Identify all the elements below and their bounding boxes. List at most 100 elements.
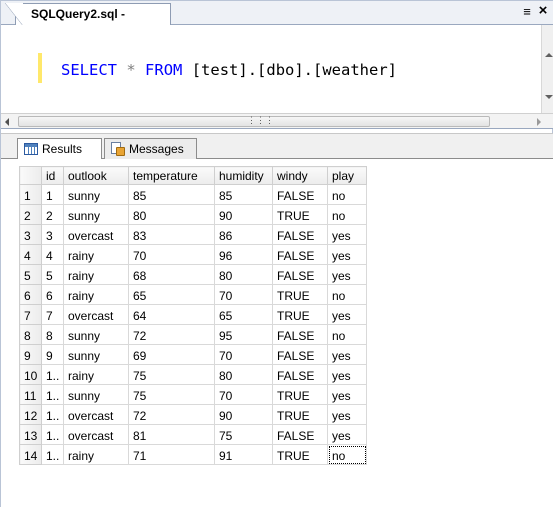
cell-play[interactable]: no: [327, 184, 367, 205]
cell-windy[interactable]: FALSE: [272, 184, 328, 205]
scroll-down-icon[interactable]: [545, 95, 553, 99]
cell-id[interactable]: 6: [41, 284, 64, 305]
tab-results[interactable]: Results: [17, 138, 102, 161]
table-row[interactable]: 2 2 sunny 80 90 TRUE no: [19, 204, 367, 225]
cell-id[interactable]: 2: [41, 204, 64, 225]
cell-id[interactable]: 1..: [41, 424, 64, 445]
cell-temperature[interactable]: 80: [128, 204, 215, 225]
column-header-id[interactable]: id: [41, 166, 64, 185]
cell-humidity[interactable]: 80: [214, 264, 273, 285]
table-row[interactable]: 11 1.. sunny 75 70 TRUE yes: [19, 384, 367, 405]
cell-humidity[interactable]: 85: [214, 184, 273, 205]
cell-outlook[interactable]: sunny: [63, 324, 129, 345]
cell-humidity[interactable]: 65: [214, 304, 273, 325]
row-number[interactable]: 1: [19, 184, 42, 205]
cell-outlook[interactable]: rainy: [63, 264, 129, 285]
table-row[interactable]: 13 1.. overcast 81 75 FALSE yes: [19, 424, 367, 445]
cell-humidity[interactable]: 70: [214, 284, 273, 305]
cell-humidity[interactable]: 91: [214, 444, 273, 465]
dropdown-icon[interactable]: ≡: [520, 5, 534, 19]
cell-windy[interactable]: FALSE: [272, 344, 328, 365]
cell-play[interactable]: yes: [327, 304, 367, 325]
table-row[interactable]: 6 6 rainy 65 70 TRUE no: [19, 284, 367, 305]
row-number[interactable]: 3: [19, 224, 42, 245]
cell-windy[interactable]: TRUE: [272, 204, 328, 225]
cell-outlook[interactable]: rainy: [63, 244, 129, 265]
cell-windy[interactable]: TRUE: [272, 444, 328, 465]
scrollbar-thumb[interactable]: ⋮⋮⋮: [18, 115, 490, 127]
cell-play[interactable]: yes: [327, 224, 367, 245]
row-number[interactable]: 6: [19, 284, 42, 305]
column-header-outlook[interactable]: outlook: [63, 166, 129, 185]
table-row[interactable]: 3 3 overcast 83 86 FALSE yes: [19, 224, 367, 245]
cell-humidity[interactable]: 75: [214, 424, 273, 445]
cell-outlook[interactable]: overcast: [63, 224, 129, 245]
row-number[interactable]: 8: [19, 324, 42, 345]
cell-temperature[interactable]: 83: [128, 224, 215, 245]
cell-humidity[interactable]: 70: [214, 344, 273, 365]
cell-play[interactable]: no: [327, 324, 367, 345]
cell-play[interactable]: yes: [327, 364, 367, 385]
cell-id[interactable]: 5: [41, 264, 64, 285]
cell-id[interactable]: 4: [41, 244, 64, 265]
scroll-up-icon[interactable]: [545, 53, 553, 57]
table-row[interactable]: 7 7 overcast 64 65 TRUE yes: [19, 304, 367, 325]
cell-temperature[interactable]: 70: [128, 244, 215, 265]
cell-temperature[interactable]: 72: [128, 324, 215, 345]
cell-temperature[interactable]: 71: [128, 444, 215, 465]
row-number[interactable]: 2: [19, 204, 42, 225]
row-number[interactable]: 5: [19, 264, 42, 285]
table-row[interactable]: 5 5 rainy 68 80 FALSE yes: [19, 264, 367, 285]
cell-humidity[interactable]: 70: [214, 384, 273, 405]
cell-id[interactable]: 1..: [41, 384, 64, 405]
cell-play[interactable]: yes: [327, 424, 367, 445]
cell-temperature[interactable]: 75: [128, 364, 215, 385]
row-number[interactable]: 9: [19, 344, 42, 365]
scroll-left-icon[interactable]: [5, 118, 9, 126]
cell-play[interactable]: no: [327, 204, 367, 225]
cell-outlook[interactable]: overcast: [63, 424, 129, 445]
column-header-windy[interactable]: windy: [272, 166, 328, 185]
row-number[interactable]: 4: [19, 244, 42, 265]
column-header-play[interactable]: play: [327, 166, 367, 185]
cell-play[interactable]: yes: [327, 384, 367, 405]
document-tab-label[interactable]: SQLQuery2.sql -: [31, 7, 125, 21]
cell-outlook[interactable]: rainy: [63, 444, 129, 465]
cell-humidity[interactable]: 86: [214, 224, 273, 245]
cell-humidity[interactable]: 90: [214, 204, 273, 225]
cell-humidity[interactable]: 80: [214, 364, 273, 385]
column-header-temperature[interactable]: temperature: [128, 166, 215, 185]
cell-humidity[interactable]: 95: [214, 324, 273, 345]
cell-windy[interactable]: FALSE: [272, 364, 328, 385]
table-row[interactable]: 14 1.. rainy 71 91 TRUE no: [19, 444, 367, 465]
code-line-1[interactable]: SELECT * FROM [test].[dbo].[weather]: [61, 61, 397, 79]
cell-outlook[interactable]: sunny: [63, 204, 129, 225]
cell-windy[interactable]: TRUE: [272, 284, 328, 305]
column-header-humidity[interactable]: humidity: [214, 166, 273, 185]
cell-windy[interactable]: TRUE: [272, 404, 328, 425]
cell-humidity[interactable]: 96: [214, 244, 273, 265]
row-number[interactable]: 11: [19, 384, 42, 405]
cell-temperature[interactable]: 85: [128, 184, 215, 205]
cell-id[interactable]: 7: [41, 304, 64, 325]
cell-outlook[interactable]: overcast: [63, 304, 129, 325]
cell-id[interactable]: 1..: [41, 364, 64, 385]
cell-windy[interactable]: TRUE: [272, 384, 328, 405]
cell-outlook[interactable]: rainy: [63, 364, 129, 385]
cell-temperature[interactable]: 81: [128, 424, 215, 445]
row-number[interactable]: 7: [19, 304, 42, 325]
cell-windy[interactable]: FALSE: [272, 424, 328, 445]
cell-temperature[interactable]: 69: [128, 344, 215, 365]
tab-messages[interactable]: Messages: [104, 138, 197, 160]
cell-play[interactable]: yes: [327, 404, 367, 425]
cell-windy[interactable]: FALSE: [272, 244, 328, 265]
row-number[interactable]: 14: [19, 444, 42, 465]
sql-editor[interactable]: SELECT * FROM [test].[dbo].[weather]: [1, 25, 541, 113]
cell-id[interactable]: 8: [41, 324, 64, 345]
cell-play[interactable]: no: [327, 444, 367, 465]
cell-id[interactable]: 1..: [41, 404, 64, 425]
editor-horizontal-scrollbar[interactable]: ⋮⋮⋮: [1, 113, 553, 129]
row-number[interactable]: 13: [19, 424, 42, 445]
cell-humidity[interactable]: 90: [214, 404, 273, 425]
cell-windy[interactable]: FALSE: [272, 264, 328, 285]
